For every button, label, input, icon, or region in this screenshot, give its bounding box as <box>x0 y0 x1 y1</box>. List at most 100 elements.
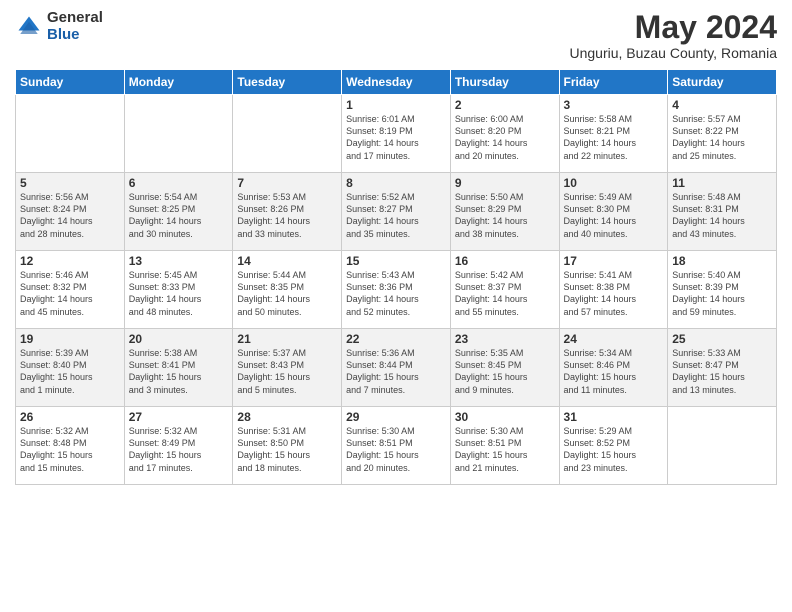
day-number: 23 <box>455 332 555 346</box>
calendar-cell-w4-d6: 25Sunrise: 5:33 AM Sunset: 8:47 PM Dayli… <box>668 329 777 407</box>
calendar-cell-w2-d6: 11Sunrise: 5:48 AM Sunset: 8:31 PM Dayli… <box>668 173 777 251</box>
calendar-cell-w1-d0 <box>16 95 125 173</box>
header-saturday: Saturday <box>668 70 777 95</box>
calendar-cell-w5-d2: 28Sunrise: 5:31 AM Sunset: 8:50 PM Dayli… <box>233 407 342 485</box>
day-info: Sunrise: 5:49 AM Sunset: 8:30 PM Dayligh… <box>564 191 664 240</box>
calendar-cell-w2-d4: 9Sunrise: 5:50 AM Sunset: 8:29 PM Daylig… <box>450 173 559 251</box>
day-info: Sunrise: 5:48 AM Sunset: 8:31 PM Dayligh… <box>672 191 772 240</box>
logo-general-text: General <box>47 10 103 27</box>
day-number: 10 <box>564 176 664 190</box>
week-row-4: 19Sunrise: 5:39 AM Sunset: 8:40 PM Dayli… <box>16 329 777 407</box>
day-info: Sunrise: 5:34 AM Sunset: 8:46 PM Dayligh… <box>564 347 664 396</box>
day-number: 8 <box>346 176 446 190</box>
page: General Blue May 2024 Unguriu, Buzau Cou… <box>0 0 792 612</box>
day-info: Sunrise: 5:45 AM Sunset: 8:33 PM Dayligh… <box>129 269 229 318</box>
day-number: 3 <box>564 98 664 112</box>
day-number: 11 <box>672 176 772 190</box>
calendar-cell-w3-d4: 16Sunrise: 5:42 AM Sunset: 8:37 PM Dayli… <box>450 251 559 329</box>
day-number: 16 <box>455 254 555 268</box>
week-row-5: 26Sunrise: 5:32 AM Sunset: 8:48 PM Dayli… <box>16 407 777 485</box>
day-number: 12 <box>20 254 120 268</box>
calendar-cell-w5-d0: 26Sunrise: 5:32 AM Sunset: 8:48 PM Dayli… <box>16 407 125 485</box>
header-monday: Monday <box>124 70 233 95</box>
day-number: 1 <box>346 98 446 112</box>
day-info: Sunrise: 5:29 AM Sunset: 8:52 PM Dayligh… <box>564 425 664 474</box>
calendar-cell-w5-d1: 27Sunrise: 5:32 AM Sunset: 8:49 PM Dayli… <box>124 407 233 485</box>
day-number: 14 <box>237 254 337 268</box>
header: General Blue May 2024 Unguriu, Buzau Cou… <box>15 10 777 61</box>
day-info: Sunrise: 5:41 AM Sunset: 8:38 PM Dayligh… <box>564 269 664 318</box>
calendar-cell-w1-d6: 4Sunrise: 5:57 AM Sunset: 8:22 PM Daylig… <box>668 95 777 173</box>
day-number: 13 <box>129 254 229 268</box>
calendar-cell-w1-d2 <box>233 95 342 173</box>
calendar-cell-w1-d1 <box>124 95 233 173</box>
calendar-cell-w1-d4: 2Sunrise: 6:00 AM Sunset: 8:20 PM Daylig… <box>450 95 559 173</box>
day-info: Sunrise: 5:32 AM Sunset: 8:48 PM Dayligh… <box>20 425 120 474</box>
day-info: Sunrise: 5:54 AM Sunset: 8:25 PM Dayligh… <box>129 191 229 240</box>
calendar-cell-w2-d1: 6Sunrise: 5:54 AM Sunset: 8:25 PM Daylig… <box>124 173 233 251</box>
calendar-cell-w4-d5: 24Sunrise: 5:34 AM Sunset: 8:46 PM Dayli… <box>559 329 668 407</box>
calendar-cell-w4-d2: 21Sunrise: 5:37 AM Sunset: 8:43 PM Dayli… <box>233 329 342 407</box>
calendar-cell-w3-d5: 17Sunrise: 5:41 AM Sunset: 8:38 PM Dayli… <box>559 251 668 329</box>
calendar-cell-w4-d0: 19Sunrise: 5:39 AM Sunset: 8:40 PM Dayli… <box>16 329 125 407</box>
day-number: 21 <box>237 332 337 346</box>
week-row-3: 12Sunrise: 5:46 AM Sunset: 8:32 PM Dayli… <box>16 251 777 329</box>
day-info: Sunrise: 5:38 AM Sunset: 8:41 PM Dayligh… <box>129 347 229 396</box>
logo-text: General Blue <box>47 10 103 43</box>
day-number: 22 <box>346 332 446 346</box>
day-info: Sunrise: 5:36 AM Sunset: 8:44 PM Dayligh… <box>346 347 446 396</box>
main-title: May 2024 <box>569 10 777 45</box>
week-row-1: 1Sunrise: 6:01 AM Sunset: 8:19 PM Daylig… <box>16 95 777 173</box>
day-info: Sunrise: 5:43 AM Sunset: 8:36 PM Dayligh… <box>346 269 446 318</box>
calendar-cell-w5-d5: 31Sunrise: 5:29 AM Sunset: 8:52 PM Dayli… <box>559 407 668 485</box>
day-info: Sunrise: 5:40 AM Sunset: 8:39 PM Dayligh… <box>672 269 772 318</box>
calendar-cell-w4-d3: 22Sunrise: 5:36 AM Sunset: 8:44 PM Dayli… <box>342 329 451 407</box>
day-number: 19 <box>20 332 120 346</box>
calendar-table: Sunday Monday Tuesday Wednesday Thursday… <box>15 69 777 485</box>
day-info: Sunrise: 5:31 AM Sunset: 8:50 PM Dayligh… <box>237 425 337 474</box>
day-info: Sunrise: 5:32 AM Sunset: 8:49 PM Dayligh… <box>129 425 229 474</box>
day-info: Sunrise: 5:37 AM Sunset: 8:43 PM Dayligh… <box>237 347 337 396</box>
calendar-cell-w5-d3: 29Sunrise: 5:30 AM Sunset: 8:51 PM Dayli… <box>342 407 451 485</box>
day-info: Sunrise: 5:30 AM Sunset: 8:51 PM Dayligh… <box>455 425 555 474</box>
day-number: 28 <box>237 410 337 424</box>
day-number: 24 <box>564 332 664 346</box>
day-number: 5 <box>20 176 120 190</box>
day-number: 29 <box>346 410 446 424</box>
calendar-cell-w3-d2: 14Sunrise: 5:44 AM Sunset: 8:35 PM Dayli… <box>233 251 342 329</box>
title-block: May 2024 Unguriu, Buzau County, Romania <box>569 10 777 61</box>
calendar-cell-w2-d3: 8Sunrise: 5:52 AM Sunset: 8:27 PM Daylig… <box>342 173 451 251</box>
day-number: 30 <box>455 410 555 424</box>
day-info: Sunrise: 5:57 AM Sunset: 8:22 PM Dayligh… <box>672 113 772 162</box>
calendar-cell-w5-d4: 30Sunrise: 5:30 AM Sunset: 8:51 PM Dayli… <box>450 407 559 485</box>
logo: General Blue <box>15 10 103 43</box>
day-number: 25 <box>672 332 772 346</box>
day-number: 7 <box>237 176 337 190</box>
day-info: Sunrise: 5:42 AM Sunset: 8:37 PM Dayligh… <box>455 269 555 318</box>
calendar-cell-w3-d3: 15Sunrise: 5:43 AM Sunset: 8:36 PM Dayli… <box>342 251 451 329</box>
weekday-header-row: Sunday Monday Tuesday Wednesday Thursday… <box>16 70 777 95</box>
subtitle: Unguriu, Buzau County, Romania <box>569 45 777 61</box>
day-number: 2 <box>455 98 555 112</box>
day-number: 20 <box>129 332 229 346</box>
calendar-cell-w3-d0: 12Sunrise: 5:46 AM Sunset: 8:32 PM Dayli… <box>16 251 125 329</box>
logo-blue-text: Blue <box>47 27 103 44</box>
day-info: Sunrise: 5:44 AM Sunset: 8:35 PM Dayligh… <box>237 269 337 318</box>
header-thursday: Thursday <box>450 70 559 95</box>
logo-icon <box>15 13 43 41</box>
header-friday: Friday <box>559 70 668 95</box>
day-info: Sunrise: 5:50 AM Sunset: 8:29 PM Dayligh… <box>455 191 555 240</box>
day-number: 9 <box>455 176 555 190</box>
day-number: 26 <box>20 410 120 424</box>
calendar-cell-w2-d0: 5Sunrise: 5:56 AM Sunset: 8:24 PM Daylig… <box>16 173 125 251</box>
day-info: Sunrise: 6:01 AM Sunset: 8:19 PM Dayligh… <box>346 113 446 162</box>
day-info: Sunrise: 5:39 AM Sunset: 8:40 PM Dayligh… <box>20 347 120 396</box>
day-info: Sunrise: 5:33 AM Sunset: 8:47 PM Dayligh… <box>672 347 772 396</box>
calendar-cell-w5-d6 <box>668 407 777 485</box>
day-info: Sunrise: 6:00 AM Sunset: 8:20 PM Dayligh… <box>455 113 555 162</box>
day-info: Sunrise: 5:58 AM Sunset: 8:21 PM Dayligh… <box>564 113 664 162</box>
calendar-cell-w2-d2: 7Sunrise: 5:53 AM Sunset: 8:26 PM Daylig… <box>233 173 342 251</box>
header-sunday: Sunday <box>16 70 125 95</box>
calendar-cell-w2-d5: 10Sunrise: 5:49 AM Sunset: 8:30 PM Dayli… <box>559 173 668 251</box>
day-number: 15 <box>346 254 446 268</box>
